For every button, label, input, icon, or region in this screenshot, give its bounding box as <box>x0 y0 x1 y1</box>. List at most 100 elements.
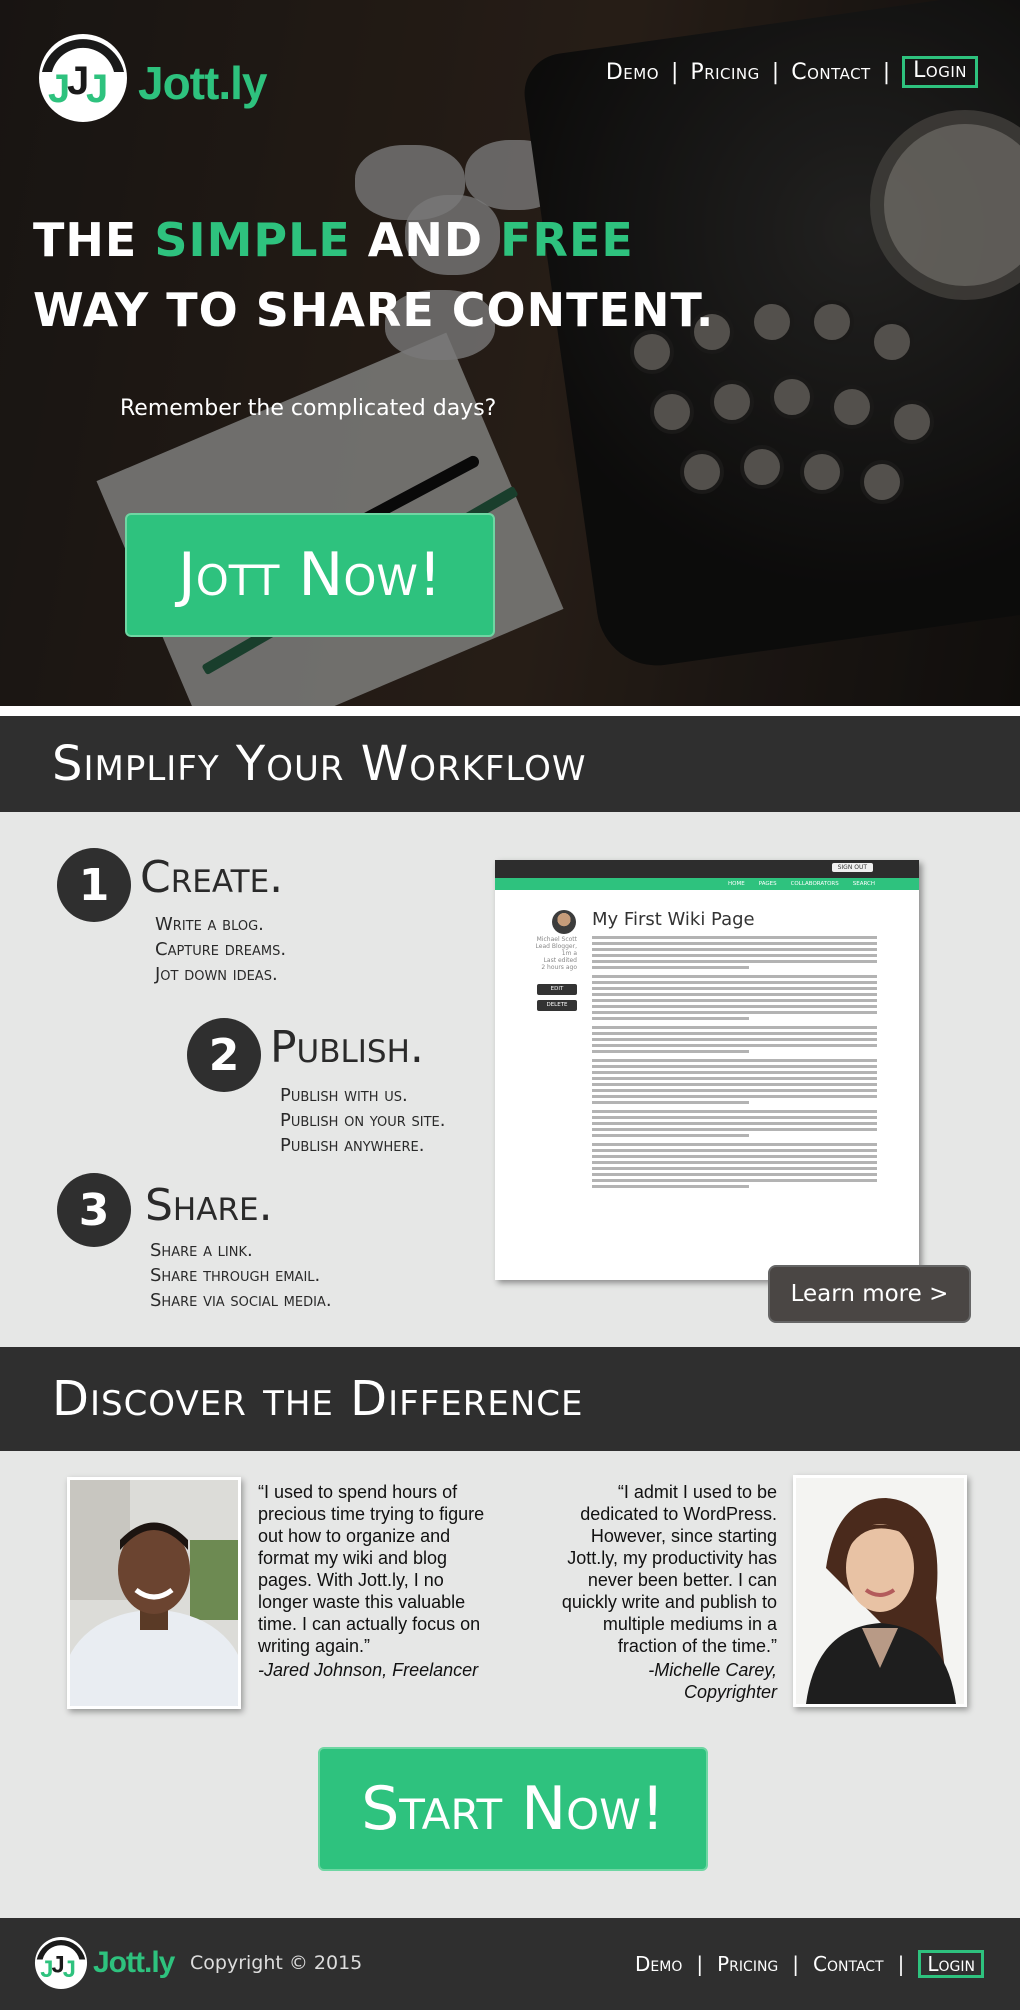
wiki-author-meta: 2 hours ago <box>541 964 577 971</box>
difference-header: Discover the Difference <box>0 1347 1020 1451</box>
footer-nav: Demo | Pricing | Contact | Login <box>635 1950 984 1978</box>
wiki-paragraph <box>592 1143 877 1188</box>
wiki-text-line <box>592 1167 877 1170</box>
testimonial-jared: “I used to spend hours of precious time … <box>258 1481 498 1681</box>
wiki-delete-button[interactable]: DELETE <box>537 1000 577 1011</box>
headline-line2: WAY TO SHARE CONTENT. <box>33 283 715 337</box>
wiki-text-line <box>592 1026 877 1029</box>
wiki-nav-collaborators[interactable]: COLLABORATORS <box>791 878 839 890</box>
step-title-publish: Publish. <box>270 1022 424 1073</box>
wiki-text-line <box>592 987 877 990</box>
wiki-text-line <box>592 1185 749 1188</box>
step-list-create: Write a blog. Capture dreams. Jot down i… <box>155 912 286 987</box>
footer-nav-contact[interactable]: Contact <box>813 1952 884 1976</box>
person-photo-icon <box>64 1480 244 1750</box>
hero-headline: THE SIMPLE AND FREE WAY TO SHARE CONTENT… <box>33 205 714 345</box>
wiki-text-line <box>592 1044 877 1047</box>
wiki-paragraph <box>592 1026 877 1053</box>
wiki-nav-home[interactable]: HOME <box>728 878 745 890</box>
footer-nav-demo[interactable]: Demo <box>635 1952 682 1976</box>
jottly-logo-icon[interactable]: J J J <box>34 32 132 124</box>
wiki-text-line <box>592 993 877 996</box>
wiki-text-line <box>592 1155 877 1158</box>
brand-name[interactable]: Jott.ly <box>138 56 267 110</box>
wiki-text-line <box>592 948 877 951</box>
wiki-text-line <box>592 1161 877 1164</box>
wiki-text-line <box>592 1095 877 1098</box>
list-item: Share a link. <box>150 1240 253 1261</box>
learn-more-button[interactable]: Learn more > <box>768 1265 971 1323</box>
wiki-nav-search[interactable]: SEARCH <box>853 878 875 890</box>
nav-pricing[interactable]: Pricing <box>690 60 759 85</box>
wiki-author-name: Michael Scott <box>536 936 577 943</box>
wiki-text-line <box>592 1059 877 1062</box>
headline-part: AND <box>350 213 501 267</box>
wiki-text-line <box>592 1110 877 1113</box>
headline-highlight-simple: SIMPLE <box>154 213 351 267</box>
footer-login-button[interactable]: Login <box>918 1950 984 1978</box>
wiki-nav: HOME PAGES COLLABORATORS SEARCH <box>495 878 919 890</box>
workflow-header: Simplify Your Workflow <box>0 716 1020 812</box>
wiki-text-line <box>592 999 877 1002</box>
list-item: Publish with us. <box>280 1085 408 1106</box>
testimonial-author: -Jared Johnson, Freelancer <box>258 1660 479 1680</box>
jott-now-button[interactable]: Jott Now! <box>125 513 495 637</box>
wiki-text-line <box>592 1005 877 1008</box>
wiki-paragraph <box>592 1110 877 1137</box>
nav-demo[interactable]: Demo <box>606 60 659 85</box>
wiki-text-line <box>592 1011 877 1014</box>
wiki-text-line <box>592 1143 877 1146</box>
footer-nav-pricing[interactable]: Pricing <box>717 1952 778 1976</box>
wiki-author-meta: Lead Blogger, <box>535 943 577 950</box>
list-item: Jot down ideas. <box>155 964 278 985</box>
nav-separator: | <box>792 1952 800 1976</box>
nav-separator: | <box>771 59 780 85</box>
nav-login-button[interactable]: Login <box>902 56 978 89</box>
wiki-text-line <box>592 1050 749 1053</box>
svg-text:J: J <box>86 67 108 111</box>
list-item: Share via social media. <box>150 1290 332 1311</box>
nav-separator: | <box>882 59 891 85</box>
wiki-text-line <box>592 1116 877 1119</box>
wiki-edit-button[interactable]: EDIT <box>537 984 577 995</box>
step-title-create: Create. <box>140 852 284 903</box>
workflow-heading: Simplify Your Workflow <box>52 736 587 792</box>
top-nav: Demo | Pricing | Contact | Login <box>606 56 978 89</box>
wiki-text-line <box>592 981 877 984</box>
footer-copyright: Copyright © 2015 <box>190 1952 363 1974</box>
wiki-paragraph <box>592 936 877 969</box>
wiki-sign-out-button[interactable]: SIGN OUT <box>831 863 873 872</box>
step-number-3: 3 <box>57 1173 131 1247</box>
nav-separator: | <box>696 1952 704 1976</box>
list-item: Publish on your site. <box>280 1110 446 1131</box>
footer-brand-name[interactable]: Jott.ly <box>93 1946 175 1980</box>
nav-separator: | <box>897 1952 905 1976</box>
testimonial-photo-jared <box>64 1477 244 1750</box>
list-item: Publish anywhere. <box>280 1135 425 1156</box>
jottly-logo-icon[interactable]: J J J <box>32 1934 90 1992</box>
headline-highlight-free: FREE <box>500 213 634 267</box>
start-now-button[interactable]: Start Now! <box>318 1747 708 1871</box>
testimonial-photo-michelle <box>793 1475 967 1707</box>
wiki-text-line <box>592 1128 877 1131</box>
list-item: Share through email. <box>150 1265 321 1286</box>
wiki-text-line <box>592 954 877 957</box>
list-item: Write a blog. <box>155 914 264 935</box>
testimonial-quote: “I used to spend hours of precious time … <box>258 1482 485 1656</box>
wiki-text-line <box>592 1065 877 1068</box>
list-item: Capture dreams. <box>155 939 287 960</box>
wiki-text-line <box>592 1083 877 1086</box>
step-list-publish: Publish with us. Publish on your site. P… <box>280 1083 446 1158</box>
difference-heading: Discover the Difference <box>52 1371 584 1427</box>
person-photo-icon <box>796 1478 964 1704</box>
avatar <box>552 910 576 934</box>
wiki-text-line <box>592 1089 877 1092</box>
wiki-author: Michael Scott Lead Blogger, 1m a Last ed… <box>525 936 577 971</box>
wiki-paragraph <box>592 1059 877 1104</box>
wiki-text-line <box>592 1101 749 1104</box>
hero: J J J Jott.ly Demo | Pricing | Contact |… <box>0 0 1020 706</box>
hero-subtitle: Remember the complicated days? <box>120 396 497 421</box>
wiki-nav-pages[interactable]: PAGES <box>759 878 777 890</box>
nav-separator: | <box>671 59 679 85</box>
nav-contact[interactable]: Contact <box>791 60 871 85</box>
